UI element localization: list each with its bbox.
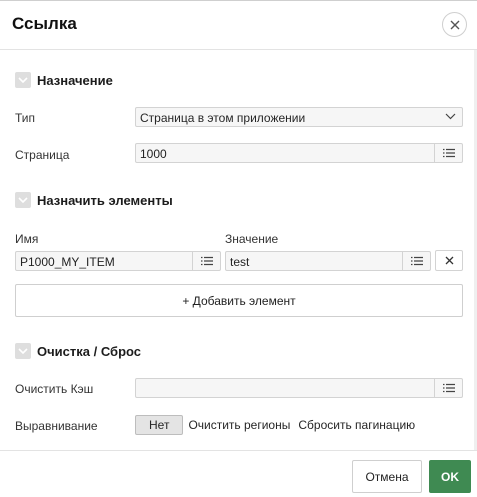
section-clear-toggle[interactable]: Очистка / Сброс bbox=[15, 342, 141, 360]
item-name-field[interactable]: P1000_MY_ITEM bbox=[15, 251, 221, 271]
close-icon bbox=[450, 20, 459, 29]
page-field-value: 1000 bbox=[140, 147, 167, 161]
alignment-label: Выравнивание bbox=[15, 419, 98, 433]
radio-option-none[interactable]: Нет bbox=[135, 415, 184, 435]
close-button[interactable] bbox=[442, 12, 467, 37]
clear-cache-field[interactable] bbox=[135, 378, 463, 398]
chevron-down-icon bbox=[15, 343, 31, 359]
dialog-footer: Отмена OK bbox=[0, 450, 477, 497]
cancel-button[interactable]: Отмена bbox=[352, 460, 422, 493]
item-name-header: Имя bbox=[15, 232, 39, 246]
list-icon bbox=[410, 256, 423, 266]
dialog-title: Ссылка bbox=[12, 14, 77, 33]
section-clear-title: Очистка / Сброс bbox=[37, 343, 142, 359]
type-select[interactable]: Страница в этом приложении bbox=[135, 107, 463, 127]
page-label: Страница bbox=[15, 148, 70, 162]
section-set-items-toggle[interactable]: Назначить элементы bbox=[15, 191, 173, 209]
item-name-value: P1000_MY_ITEM bbox=[20, 255, 115, 269]
close-icon bbox=[445, 256, 453, 265]
type-select-value: Страница в этом приложении bbox=[140, 111, 306, 125]
remove-item-button[interactable] bbox=[435, 250, 463, 271]
ok-button[interactable]: OK bbox=[429, 460, 471, 493]
section-set-items-title: Назначить элементы bbox=[37, 192, 173, 208]
item-value-lov-button[interactable] bbox=[402, 252, 430, 270]
chevron-down-icon bbox=[15, 72, 31, 88]
add-item-button[interactable]: + Добавить элемент bbox=[15, 284, 463, 317]
type-label: Тип bbox=[15, 111, 36, 125]
item-name-lov-button[interactable] bbox=[192, 252, 220, 270]
section-target-toggle[interactable]: Назначение bbox=[15, 71, 113, 89]
section-target-title: Назначение bbox=[37, 72, 113, 88]
list-icon bbox=[442, 148, 455, 158]
item-value-value: test bbox=[230, 255, 250, 269]
radio-option-reset-pagination[interactable]: Сбросить пагинацию bbox=[294, 415, 419, 435]
clear-cache-label: Очистить Кэш bbox=[15, 382, 94, 396]
alignment-radio-group: Нет Очистить регионы Сбросить пагинацию bbox=[135, 415, 419, 435]
item-value-header: Значение bbox=[225, 232, 279, 246]
list-icon bbox=[442, 383, 455, 393]
item-value-field[interactable]: test bbox=[225, 251, 431, 271]
chevron-down-icon bbox=[445, 113, 456, 120]
page-field[interactable]: 1000 bbox=[135, 143, 463, 163]
list-icon bbox=[200, 256, 213, 266]
page-lov-button[interactable] bbox=[434, 144, 462, 162]
clear-cache-lov-button[interactable] bbox=[434, 379, 462, 397]
link-dialog: Ссылка Назначение Тип Страница в этом пр… bbox=[0, 0, 477, 496]
dialog-titlebar: Ссылка bbox=[0, 1, 477, 50]
chevron-down-icon bbox=[15, 192, 31, 208]
radio-option-clear-regions[interactable]: Очистить регионы bbox=[184, 415, 294, 435]
